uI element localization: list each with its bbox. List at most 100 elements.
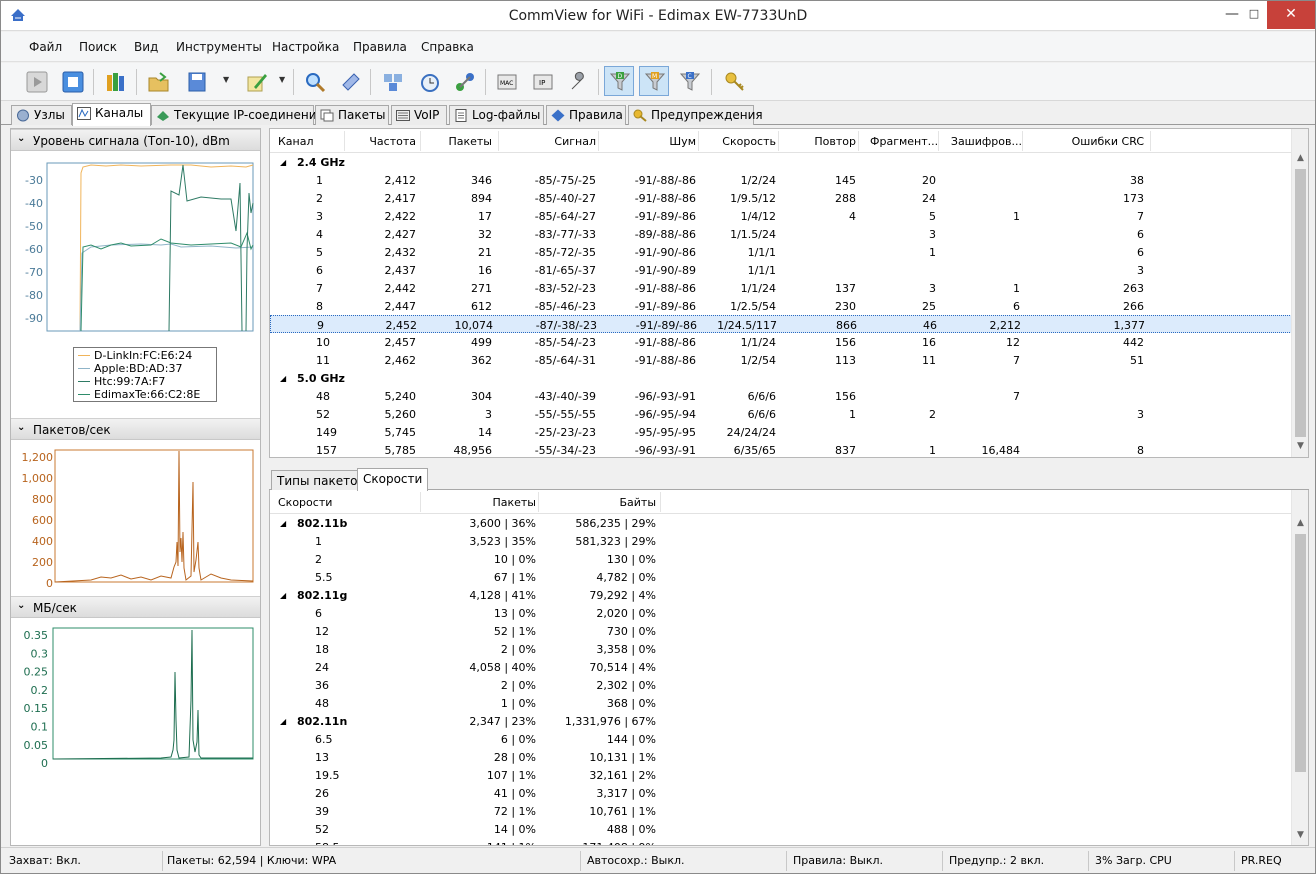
table-row[interactable]: 24 4,058 | 40% 70,514 | 4% — [270, 658, 1292, 676]
table-row[interactable]: 3 2,422 17 -85/-64/-27 -91/-89/-86 1/4/12 4 5 1 7 — [270, 207, 1292, 225]
tab-nodes[interactable]: Узлы — [11, 105, 72, 125]
group-row[interactable]: ◢ 2.4 GHz — [270, 153, 1292, 171]
scroll-down-icon[interactable]: ▼ — [1292, 441, 1308, 451]
options-button[interactable] — [563, 66, 593, 96]
column-header[interactable]: Сигнал — [496, 135, 596, 148]
table-row[interactable]: 9 2,452 10,074 -87/-38/-23 -91/-89/-86 1/24.5… — [270, 315, 1292, 333]
keys-button[interactable] — [719, 66, 749, 96]
table-row[interactable]: 6 2,437 16 -81/-65/-37 -91/-90/-89 1/1/1 3 — [270, 261, 1292, 279]
group-row[interactable]: ◢ 802.11g 4,128 | 41% 79,292 | 4% — [270, 586, 1292, 604]
table-row[interactable]: 10 2,457 499 -85/-54/-23 -91/-88/-86 1/1/24 15… — [270, 333, 1292, 351]
expand-icon[interactable]: ◢ — [280, 591, 286, 600]
table-row[interactable]: 58.5 141 | 1% 171,408 | 9% — [270, 838, 1292, 845]
tab-rates[interactable]: Скорости — [357, 468, 429, 491]
table-row[interactable]: 2 10 | 0% 130 | 0% — [270, 550, 1292, 568]
horizontal-splitter[interactable] — [269, 458, 1309, 467]
column-header[interactable]: Фрагмент... — [870, 135, 938, 148]
menu-settings[interactable]: Настройка — [272, 40, 339, 54]
expand-icon[interactable]: ◢ — [280, 158, 286, 167]
tab-packet-types[interactable]: Типы пакетов — [271, 470, 371, 490]
table-row[interactable]: 36 2 | 0% 2,302 | 0% — [270, 676, 1292, 694]
table-row[interactable]: 4 2,427 32 -83/-77/-33 -89/-88/-86 1/1.5/24 3 6 — [270, 225, 1292, 243]
table-row[interactable]: 11 2,462 362 -85/-64/-31 -91/-88/-86 1/2/54 11… — [270, 351, 1292, 369]
menu-help[interactable]: Справка — [421, 40, 474, 54]
start-capture-button[interactable] — [21, 66, 51, 96]
tab-rules[interactable]: Правила — [546, 105, 626, 125]
column-header[interactable]: Ошибки CRC — [1026, 135, 1144, 148]
column-header[interactable]: Скорости — [278, 496, 398, 509]
table-row[interactable]: 18 2 | 0% 3,358 | 0% — [270, 640, 1292, 658]
statistics-button[interactable] — [449, 66, 479, 96]
search-button[interactable] — [299, 66, 329, 96]
table-row[interactable]: 6 13 | 0% 2,020 | 0% — [270, 604, 1292, 622]
control-filter-button[interactable]: C — [674, 66, 704, 96]
stop-capture-button[interactable] — [57, 66, 87, 96]
table-row[interactable]: 7 2,442 271 -83/-52/-23 -91/-88/-86 1/1/24 137… — [270, 279, 1292, 297]
table-row[interactable]: 52 5,260 3 -55/-55/-55 -96/-95/-94 6/6/6 1 2 3 — [270, 405, 1292, 423]
column-header[interactable]: Скорость — [700, 135, 776, 148]
table-row[interactable]: 19.5 107 | 1% 32,161 | 2% — [270, 766, 1292, 784]
open-button[interactable] — [143, 66, 173, 96]
scroll-down-icon[interactable]: ▼ — [1292, 830, 1308, 840]
group-row[interactable]: ◢ 802.11n 2,347 | 23% 1,331,976 | 67% — [270, 712, 1292, 730]
ip-alias-button[interactable]: IP — [527, 66, 557, 96]
table-row[interactable]: 6.5 6 | 0% 144 | 0% — [270, 730, 1292, 748]
table-row[interactable]: 1 2,412 346 -85/-75/-25 -91/-88/-86 1/2/24 145… — [270, 171, 1292, 189]
maximize-button[interactable]: □ — [1241, 1, 1267, 29]
table-row[interactable]: 39 72 | 1% 10,761 | 1% — [270, 802, 1292, 820]
table-row[interactable]: 48 5,240 304 -43/-40/-39 -96/-93/-91 6/6/6 156… — [270, 387, 1292, 405]
management-filter-button[interactable]: M — [639, 66, 669, 96]
expand-icon[interactable]: ◢ — [280, 374, 286, 383]
vertical-splitter[interactable] — [261, 128, 268, 846]
table-row[interactable]: 8 2,447 612 -85/-46/-23 -91/-89/-86 1/2.5/54 2… — [270, 297, 1292, 315]
menu-rules[interactable]: Правила — [353, 40, 407, 54]
edit-dropdown-icon[interactable]: ▼ — [279, 75, 285, 84]
group-row[interactable]: ◢ 802.11b 3,600 | 36% 586,235 | 29% — [270, 514, 1292, 532]
menu-file[interactable]: Файл — [29, 40, 62, 54]
column-header[interactable]: Шум — [600, 135, 696, 148]
scroll-up-icon[interactable]: ▲ — [1292, 153, 1308, 163]
table-row[interactable]: 5.5 67 | 1% 4,782 | 0% — [270, 568, 1292, 586]
mb-graph-header[interactable]: ⌄ МБ/сек — [11, 596, 260, 618]
table-row[interactable]: 52 14 | 0% 488 | 0% — [270, 820, 1292, 838]
table-row[interactable]: 48 1 | 0% 368 | 0% — [270, 694, 1292, 712]
nodes-button[interactable] — [377, 66, 407, 96]
save-button[interactable] — [181, 66, 211, 96]
table-row[interactable]: 157 5,785 48,956 -55/-34/-23 -96/-93/-91 6/35… — [270, 441, 1292, 457]
tab-channels[interactable]: Каналы — [72, 103, 151, 126]
expand-icon[interactable]: ◢ — [280, 717, 286, 726]
tab-ip-connections[interactable]: Текущие IP-соединения — [151, 105, 324, 125]
table-row[interactable]: 12 52 | 1% 730 | 0% — [270, 622, 1292, 640]
group-row[interactable]: ◢ 5.0 GHz — [270, 369, 1292, 387]
table-row[interactable]: 149 5,745 14 -25/-23/-23 -95/-95/-95 24/24/24 — [270, 423, 1292, 441]
tab-log-files[interactable]: Log-файлы — [449, 105, 544, 125]
table-row[interactable]: 1 3,523 | 35% 581,323 | 29% — [270, 532, 1292, 550]
table-row[interactable]: 2 2,417 894 -85/-40/-27 -91/-88/-86 1/9.5/12 2… — [270, 189, 1292, 207]
menu-view[interactable]: Вид — [134, 40, 158, 54]
table-row[interactable]: 13 28 | 0% 10,131 | 1% — [270, 748, 1292, 766]
column-header[interactable]: Байты — [540, 496, 656, 509]
column-header[interactable]: Зашифров... — [946, 135, 1022, 148]
edit-button[interactable] — [241, 66, 271, 96]
column-header[interactable]: Повтор — [780, 135, 856, 148]
close-button[interactable]: ✕ — [1267, 1, 1315, 29]
data-filter-button[interactable]: D — [604, 66, 634, 96]
scroll-thumb[interactable] — [1295, 169, 1306, 437]
menu-search[interactable]: Поиск — [79, 40, 117, 54]
expand-icon[interactable]: ◢ — [280, 519, 286, 528]
tab-voip[interactable]: VoIP — [391, 105, 447, 125]
scroll-thumb[interactable] — [1295, 534, 1306, 772]
tab-packets[interactable]: Пакеты — [315, 105, 389, 125]
scroll-up-icon[interactable]: ▲ — [1292, 518, 1308, 528]
signal-graph-header[interactable]: ⌄ Уровень сигнала (Топ-10), dBm — [11, 129, 260, 151]
save-dropdown-icon[interactable]: ▼ — [223, 75, 229, 84]
menu-tools[interactable]: Инструменты — [176, 40, 262, 54]
column-header[interactable]: Частота — [350, 135, 416, 148]
rates-scrollbar[interactable]: ▲ ▼ — [1291, 490, 1308, 845]
table-row[interactable]: 26 41 | 0% 3,317 | 0% — [270, 784, 1292, 802]
channels-scrollbar[interactable]: ▲ ▼ — [1291, 129, 1308, 457]
reconstruct-button[interactable] — [335, 66, 365, 96]
tab-alarms[interactable]: Предупреждения — [628, 105, 763, 125]
column-header[interactable]: Пакеты — [420, 496, 536, 509]
table-row[interactable]: 5 2,432 21 -85/-72/-35 -91/-90/-86 1/1/1 1 6 — [270, 243, 1292, 261]
